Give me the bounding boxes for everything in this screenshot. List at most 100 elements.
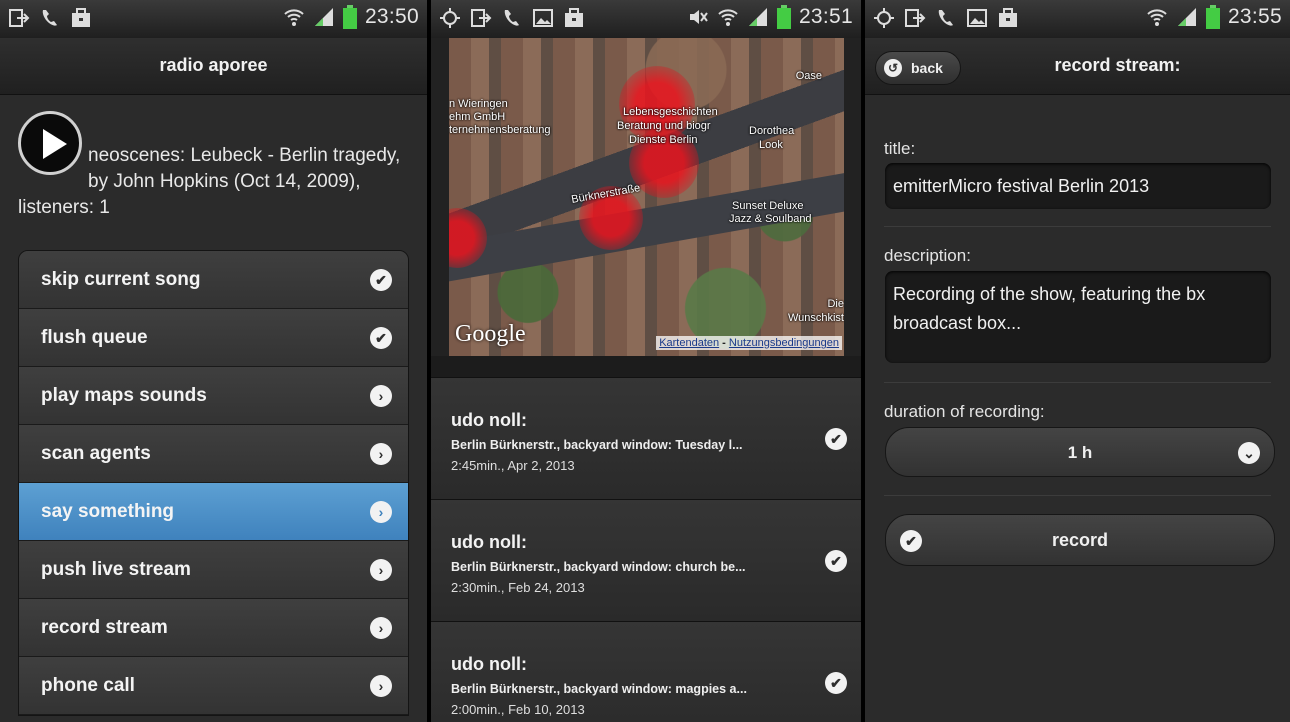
- briefcase-icon: [565, 8, 583, 27]
- track-meta: 2:00min., Feb 10, 2013: [451, 702, 585, 717]
- status-bar: 23:50: [0, 0, 427, 39]
- gps-icon: [440, 8, 460, 28]
- back-button-label: back: [911, 60, 943, 76]
- status-bar: 23:55: [865, 0, 1290, 39]
- description-field[interactable]: Recording of the show, featuring the bx …: [885, 271, 1271, 363]
- check-icon: ✔: [370, 327, 392, 349]
- wifi-icon: [284, 9, 304, 26]
- list-item[interactable]: udo noll: Berlin Bürknerstr., backyard w…: [431, 377, 861, 500]
- wifi-icon: [1147, 9, 1167, 26]
- check-icon[interactable]: ✔: [825, 672, 847, 694]
- menu-item-label: record stream: [41, 617, 168, 638]
- menu-item-skip-current-song[interactable]: skip current song ✔: [19, 251, 408, 309]
- title-field[interactable]: emitterMicro festival Berlin 2013: [885, 163, 1271, 209]
- check-icon[interactable]: ✔: [825, 428, 847, 450]
- briefcase-icon: [72, 8, 90, 27]
- menu-item-label: play maps sounds: [41, 385, 207, 406]
- map-label: Die: [827, 298, 844, 310]
- page-title: record stream:: [1054, 55, 1181, 75]
- track-description: Berlin Bürknerstr., backyard window: Tue…: [451, 438, 743, 452]
- map-label: ehm GmbH: [449, 111, 506, 123]
- menu-item-record-stream[interactable]: record stream ›: [19, 599, 408, 657]
- track-author: udo noll:: [451, 532, 527, 552]
- map-label: Wunschkist: [787, 312, 844, 324]
- back-arrow-icon: ↺: [884, 59, 902, 77]
- map-link-separator: -: [719, 337, 729, 349]
- call-forward-icon: [504, 10, 519, 26]
- check-icon[interactable]: ✔: [825, 550, 847, 572]
- menu-item-label: push live stream: [41, 559, 191, 580]
- map-label: ternehmensberatung: [449, 124, 551, 136]
- divider: [884, 382, 1271, 383]
- chevron-right-icon: ›: [370, 443, 392, 465]
- map-label: Dienste Berlin: [629, 134, 698, 146]
- clock: 23:50: [364, 5, 419, 28]
- clock: 23:51: [798, 5, 853, 28]
- menu-item-label: scan agents: [41, 443, 151, 464]
- briefcase-icon: [999, 8, 1017, 27]
- record-button[interactable]: ✔ record: [885, 514, 1275, 566]
- duration-select[interactable]: 1 h ⌄: [885, 427, 1275, 477]
- signal-icon: [748, 8, 767, 26]
- map-label: Sunset Deluxe: [732, 200, 804, 212]
- page-title: radio aporee: [159, 55, 268, 75]
- chevron-right-icon: ›: [370, 675, 392, 697]
- map-border: [843, 38, 861, 356]
- chevron-right-icon: ›: [370, 501, 392, 523]
- menu-item-label: phone call: [41, 675, 135, 696]
- map-label: n Wieringen: [449, 98, 508, 110]
- map-view[interactable]: Oase n Wieringen ehm GmbH ternehmensbera…: [449, 38, 844, 356]
- menu-item-push-live-stream[interactable]: push live stream ›: [19, 541, 408, 599]
- menu-item-phone-call[interactable]: phone call ›: [19, 657, 408, 715]
- chevron-right-icon: ›: [370, 385, 392, 407]
- battery-icon: [776, 5, 791, 29]
- list-item[interactable]: udo noll: Berlin Bürknerstr., backyard w…: [431, 621, 861, 722]
- map-label: Jazz & Soulband: [729, 213, 812, 225]
- export-icon: [471, 9, 492, 27]
- signal-icon: [314, 8, 333, 26]
- screen-map-sounds: 23:51 Oase n Wieringen ehm GmbH ternehme…: [431, 0, 861, 722]
- divider: [884, 495, 1271, 496]
- action-menu: skip current song ✔ flush queue ✔ play m…: [18, 250, 409, 716]
- menu-item-say-something[interactable]: say something ›: [19, 483, 408, 541]
- status-bar: 23:51: [431, 0, 861, 39]
- title-label: title:: [884, 139, 916, 158]
- title-bar: ↺ back record stream:: [865, 38, 1290, 95]
- google-logo: Google: [455, 321, 526, 347]
- map-label: Look: [759, 139, 783, 151]
- wifi-icon: [718, 9, 738, 26]
- mute-icon: [689, 10, 708, 24]
- track-meta: 2:30min., Feb 24, 2013: [451, 580, 585, 595]
- play-button[interactable]: [18, 111, 82, 175]
- map-label: Oase: [795, 70, 822, 82]
- map-label: Dorothea: [749, 125, 795, 137]
- now-playing: neoscenes: Leubeck - Berlin tragedy, by …: [18, 111, 407, 221]
- call-forward-icon: [42, 10, 57, 26]
- terms-link[interactable]: Nutzungsbedingungen: [729, 337, 839, 349]
- screen-record-stream: 23:55 ↺ back record stream: title: emitt…: [865, 0, 1290, 722]
- image-icon: [533, 9, 553, 27]
- list-item[interactable]: udo noll: Berlin Bürknerstr., backyard w…: [431, 499, 861, 622]
- map-label: Lebensgeschichten: [623, 106, 718, 118]
- menu-item-play-maps-sounds[interactable]: play maps sounds ›: [19, 367, 408, 425]
- menu-item-label: skip current song: [41, 269, 201, 290]
- battery-icon: [342, 5, 357, 29]
- clock: 23:55: [1227, 5, 1282, 28]
- track-author: udo noll:: [451, 654, 527, 674]
- menu-item-flush-queue[interactable]: flush queue ✔: [19, 309, 408, 367]
- track-description: Berlin Bürknerstr., backyard window: mag…: [451, 682, 747, 696]
- map-border: [431, 38, 449, 356]
- check-icon: ✔: [370, 269, 392, 291]
- divider: [884, 226, 1271, 227]
- gps-icon: [874, 8, 894, 28]
- export-icon: [905, 9, 926, 27]
- menu-item-label: say something: [41, 501, 175, 522]
- battery-icon: [1205, 5, 1220, 29]
- signal-icon: [1177, 8, 1196, 26]
- track-meta: 2:45min., Apr 2, 2013: [451, 458, 575, 473]
- record-button-label: record: [1051, 530, 1109, 550]
- description-label: description:: [884, 246, 971, 265]
- menu-item-scan-agents[interactable]: scan agents ›: [19, 425, 408, 483]
- title-bar: radio aporee: [0, 38, 427, 95]
- map-data-link[interactable]: Kartendaten: [659, 337, 719, 349]
